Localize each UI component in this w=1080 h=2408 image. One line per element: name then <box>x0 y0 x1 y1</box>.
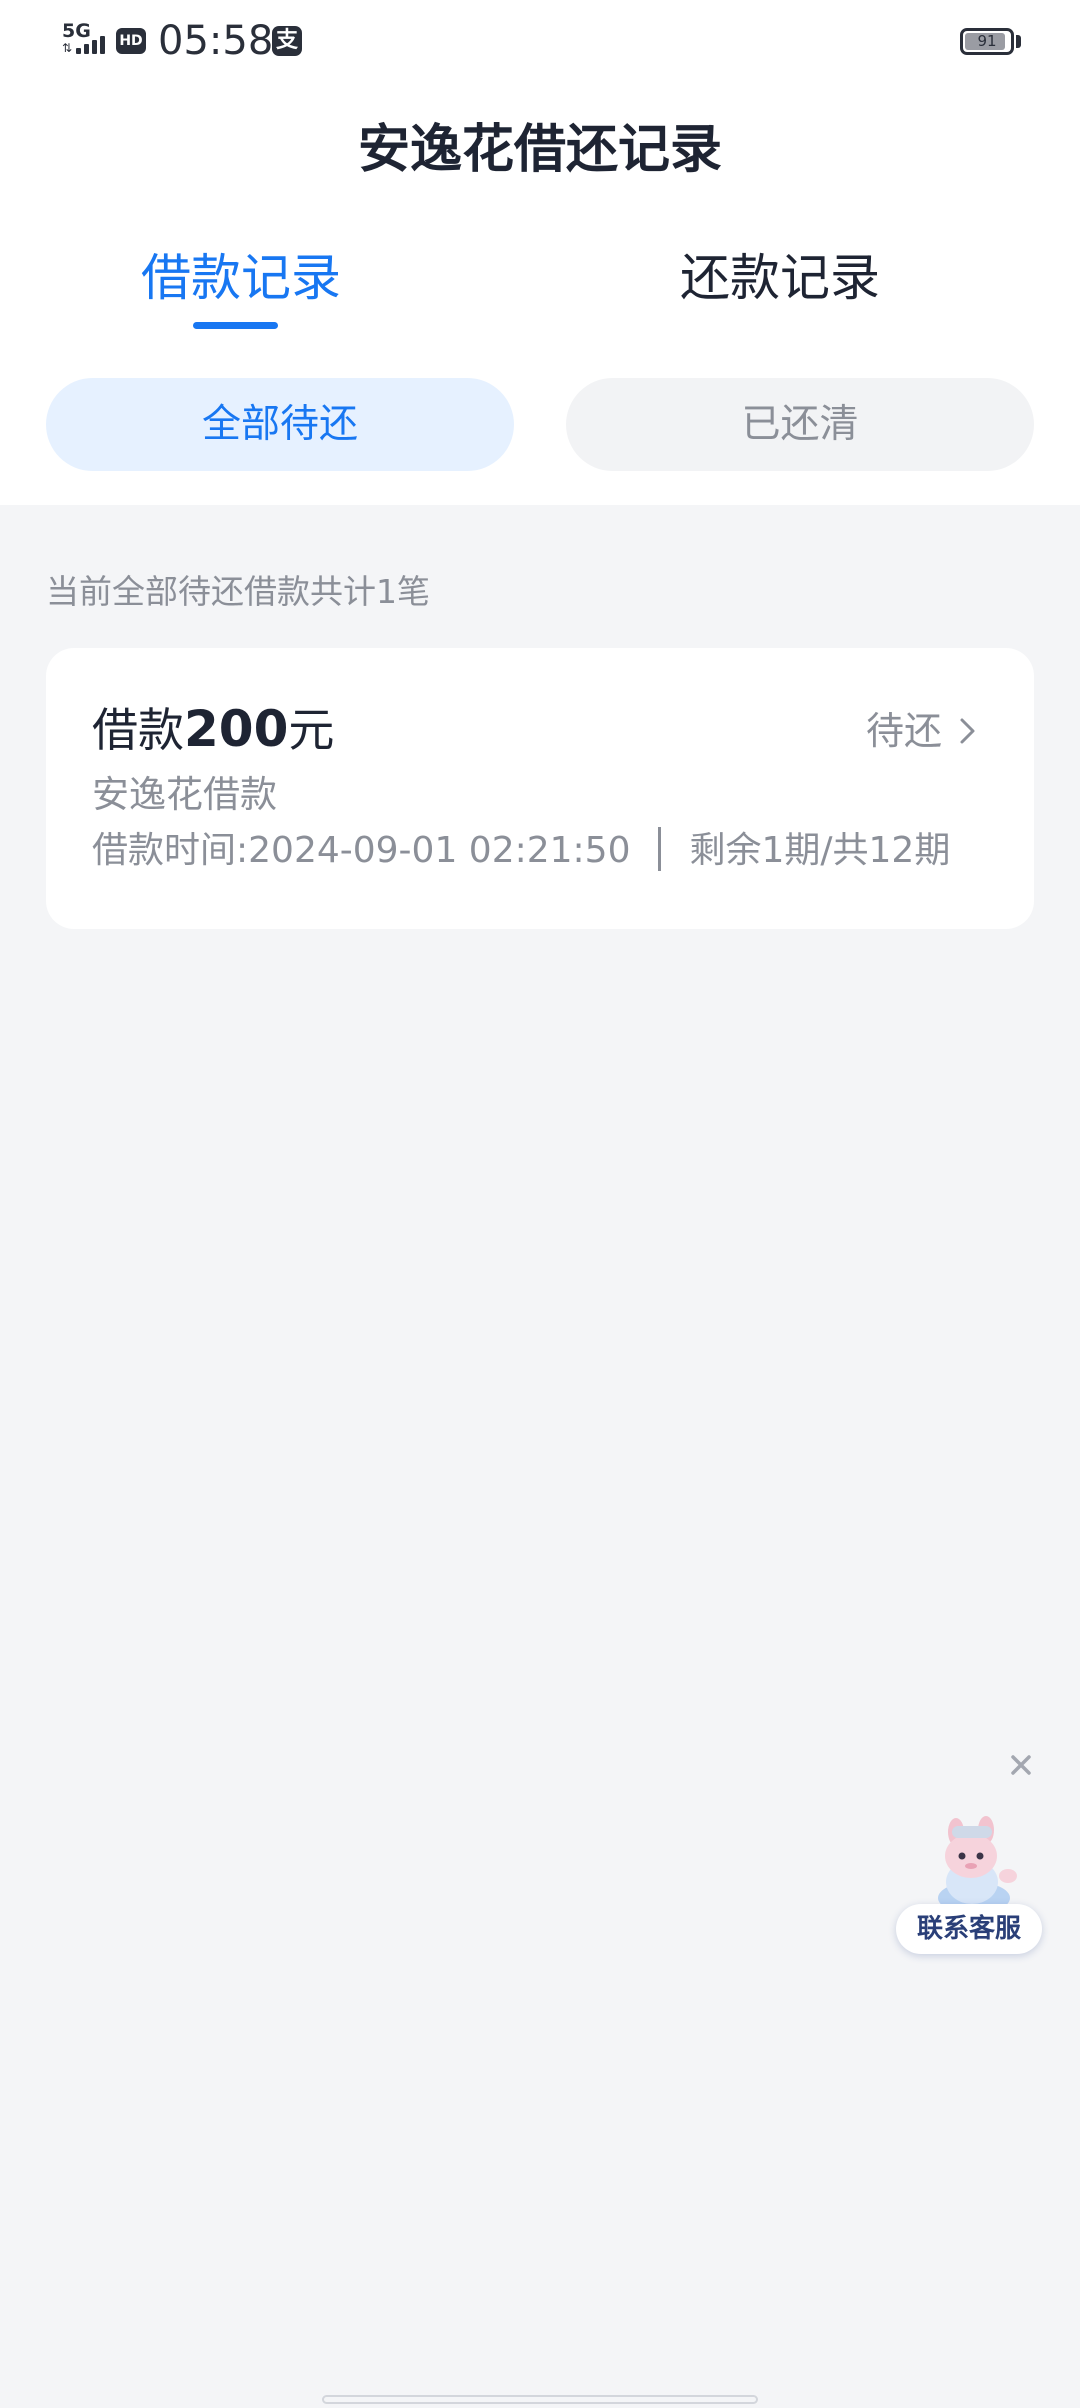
hd-icon: HD <box>116 28 146 54</box>
battery-icon: 91 <box>960 28 1014 55</box>
filter-all-pending[interactable]: 全部待还 <box>46 378 514 471</box>
loan-card[interactable]: 借款200元 待还 安逸花借款 借款时间:2024-09-01 02:21:50… <box>46 648 1034 929</box>
tab-borrow-records[interactable]: 借款记录 <box>141 246 341 310</box>
signal-icon <box>76 34 110 54</box>
loan-status: 待还 <box>865 709 942 753</box>
loan-time: 借款时间:2024-09-01 02:21:50 <box>92 830 631 871</box>
loan-product: 安逸花借款 <box>92 773 277 816</box>
active-tab-indicator <box>193 322 278 329</box>
meta-divider <box>658 827 662 871</box>
chevron-right-icon <box>960 718 975 744</box>
filter-cleared[interactable]: 已还清 <box>566 378 1034 471</box>
loan-meta: 借款时间:2024-09-01 02:21:50 剩余1期/共12期 <box>92 826 950 876</box>
customer-service-label: 联系客服 <box>896 1904 1042 1954</box>
alipay-icon: 支 <box>272 26 302 56</box>
status-bar: 5G ⇅ HD 05:58 支 91 <box>0 0 1080 82</box>
loan-amount: 借款200元 <box>92 700 334 759</box>
loan-remaining: 剩余1期/共12期 <box>689 830 951 871</box>
loan-amount-suffix: 元 <box>288 703 335 757</box>
battery-level: 91 <box>977 32 997 50</box>
gesture-bar[interactable] <box>322 2395 758 2404</box>
battery-tip <box>1016 35 1021 48</box>
tab-repay-records[interactable]: 还款记录 <box>680 246 880 310</box>
data-activity-icon: ⇅ <box>62 41 73 55</box>
mascot-icon <box>938 1816 1017 1914</box>
loan-amount-value: 200 <box>184 700 289 758</box>
status-time: 05:58 <box>158 18 274 64</box>
loan-amount-prefix: 借款 <box>92 703 184 757</box>
customer-service-widget[interactable]: 联系客服 <box>896 1806 1042 1956</box>
page-title: 安逸花借还记录 <box>357 120 722 180</box>
pending-summary: 当前全部待还借款共计1笔 <box>46 572 430 611</box>
close-icon[interactable] <box>998 1742 1044 1788</box>
